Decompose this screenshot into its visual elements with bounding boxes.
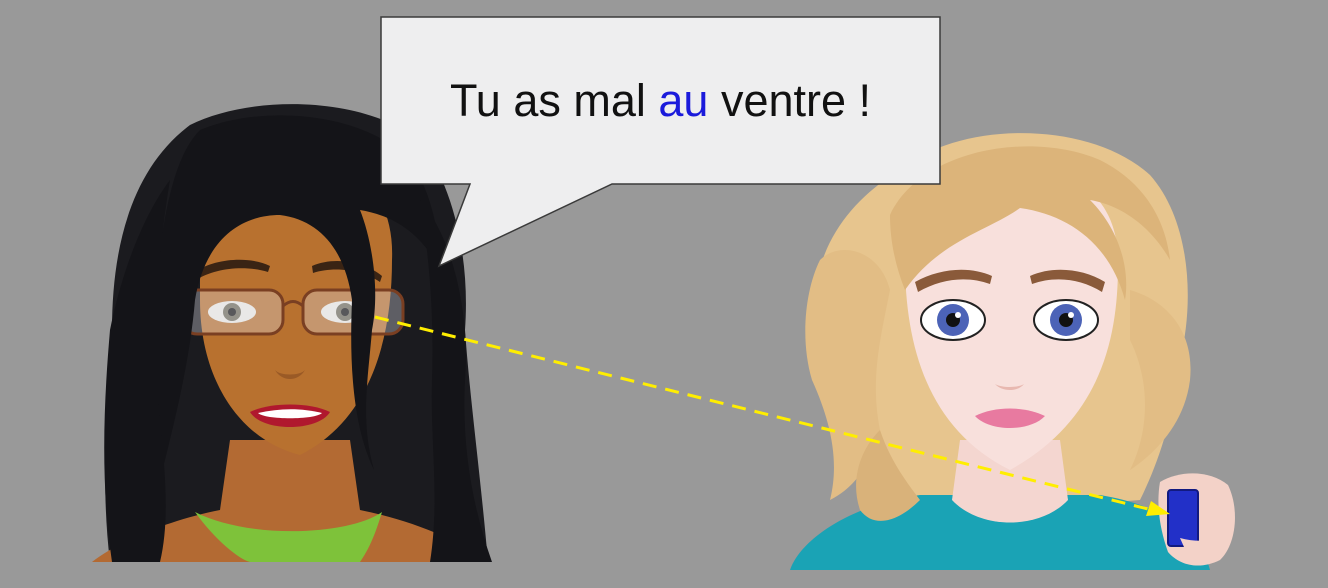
speech-text-before: Tu as mal [449,75,659,126]
speech-bubble-text: Tu as mal au ventre ! [381,62,940,140]
speech-text-after: ventre ! [708,75,872,126]
speech-text-highlight: au [658,75,709,126]
blue-block [1167,489,1199,547]
right-woman-figure [790,133,1235,570]
